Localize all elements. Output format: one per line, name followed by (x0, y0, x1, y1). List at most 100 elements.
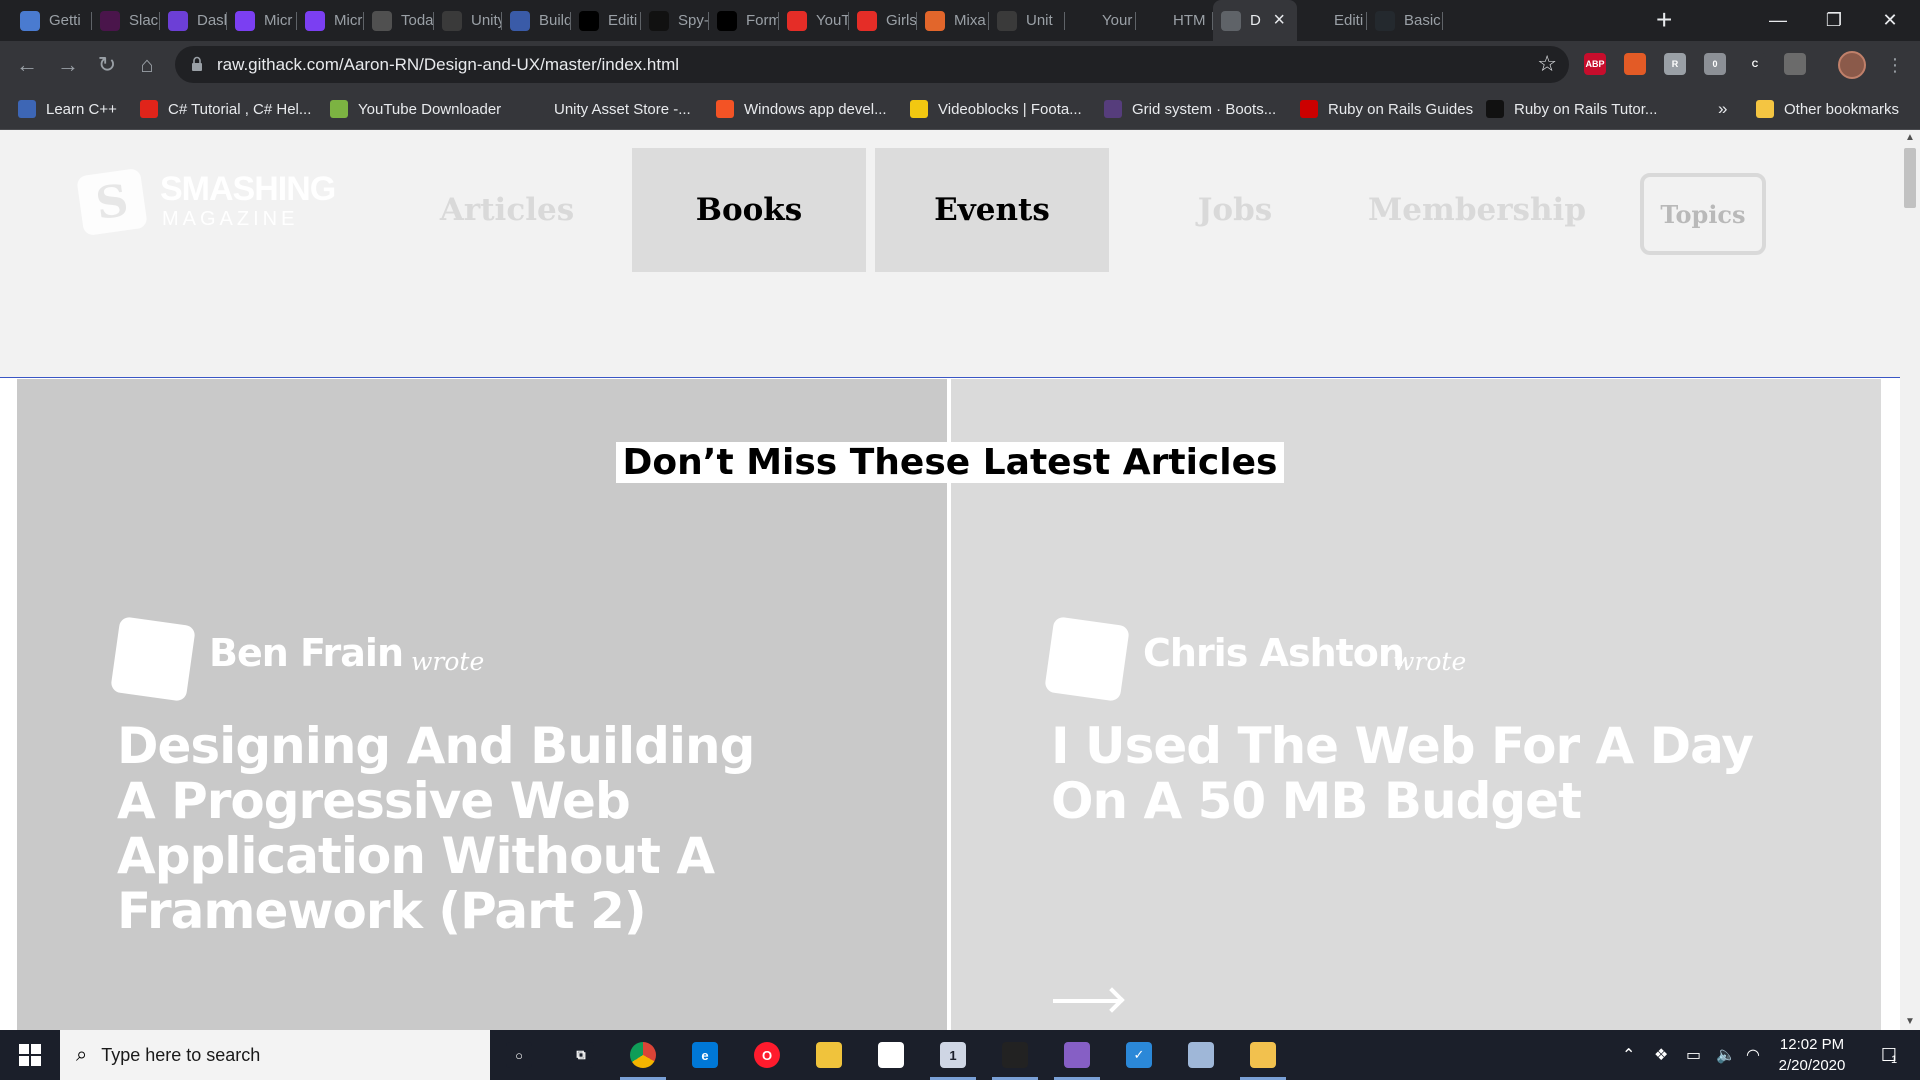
browser-tab[interactable]: Basic (1367, 0, 1443, 41)
browser-tab[interactable]: Editi (571, 0, 641, 41)
article-title[interactable]: I Used The Web For A Day On A 50 MB Budg… (1051, 719, 1771, 829)
nav-item-books[interactable]: Books (632, 148, 866, 272)
chrome-icon[interactable] (614, 1030, 672, 1080)
browser-tab[interactable]: Getti (12, 0, 92, 41)
bookmark-star-icon[interactable]: ☆ (1537, 51, 1557, 77)
tab-title: YouT (816, 12, 849, 29)
minimize-button[interactable]: — (1750, 0, 1806, 41)
article-title[interactable]: Designing And Building A Progressive Web… (117, 719, 807, 939)
scroll-down-icon[interactable]: ▼ (1900, 1014, 1920, 1030)
start-button[interactable] (0, 1030, 60, 1080)
office-icon[interactable] (1624, 53, 1646, 75)
browser-tab[interactable]: Spy- (641, 0, 709, 41)
bookmark-item[interactable]: Ruby on Rails Guides (1300, 98, 1473, 120)
browser-tab[interactable]: Slack (92, 0, 160, 41)
menu-dots-icon[interactable]: ⋮ (1880, 50, 1910, 80)
topics-button[interactable]: Topics (1640, 173, 1766, 255)
browser-tab[interactable]: Dash (160, 0, 227, 41)
opera-icon[interactable]: O (738, 1030, 796, 1080)
bookmark-item[interactable]: Windows app devel... (716, 98, 887, 120)
bookmark-item[interactable]: Learn C++ (18, 98, 117, 120)
browser-tab[interactable]: YouT (779, 0, 849, 41)
task-view-icon[interactable]: ⧉ (552, 1030, 610, 1080)
bookmarks-overflow-button[interactable]: » (1718, 98, 1727, 120)
tab-title: Getti (49, 12, 81, 29)
new-tab-button[interactable]: + (1656, 6, 1672, 34)
tab-title: Basic (1404, 12, 1441, 29)
tab-title: Editi (608, 12, 638, 29)
todo-icon[interactable]: ✓ (1110, 1030, 1168, 1080)
browser-tab[interactable]: D × (1213, 0, 1297, 41)
author-name[interactable]: Chris Ashton (1143, 631, 1405, 675)
browser-tab[interactable]: Micr (297, 0, 364, 41)
browser-tab[interactable]: Micr (227, 0, 297, 41)
bookmark-item[interactable]: Grid system · Boots... (1104, 98, 1276, 120)
browser-tab[interactable]: Your (1065, 0, 1136, 41)
url-text: raw.githack.com/Aaron-RN/Design-and-UX/m… (217, 55, 680, 74)
forward-arrow-icon[interactable]: → (53, 50, 83, 80)
restore-button[interactable]: ❐ (1806, 0, 1862, 41)
page-scrollbar[interactable]: ▲ ▼ (1900, 130, 1920, 1030)
back-arrow-icon[interactable]: ← (12, 50, 42, 80)
bookmark-item[interactable]: C# Tutorial , C# Hel... (140, 98, 311, 120)
adblock-icon[interactable]: ABP (1584, 53, 1606, 75)
nav-item-articles[interactable]: Articles (390, 148, 624, 272)
browser-tab[interactable]: HTM (1136, 0, 1213, 41)
browser-tab[interactable]: Editi (1297, 0, 1367, 41)
home-icon[interactable]: ⌂ (132, 50, 162, 80)
dropbox-icon[interactable]: ❖ (1654, 1030, 1668, 1080)
other-bookmarks-folder[interactable]: Other bookmarks (1756, 98, 1899, 120)
action-center-icon[interactable]: ☐ 1 (1874, 1030, 1904, 1080)
reload-icon[interactable]: ↻ (92, 50, 122, 80)
unity-hub-icon[interactable] (986, 1030, 1044, 1080)
show-hidden-icons-icon[interactable]: ⌃ (1622, 1030, 1635, 1080)
shield-badge-icon[interactable]: 0 (1704, 53, 1726, 75)
browser-tab[interactable]: Form (709, 0, 779, 41)
windows-taskbar: ⌕ Type here to search ○ ⧉ e O 1 ✓ ⌃ ❖ ▭ 🔈 ◠ 1… (0, 1030, 1920, 1080)
close-window-button[interactable]: ✕ (1862, 0, 1918, 41)
mail-icon[interactable]: 1 (924, 1030, 982, 1080)
nav-item-events[interactable]: Events (875, 148, 1109, 272)
address-bar[interactable]: raw.githack.com/Aaron-RN/Design-and-UX/m… (175, 46, 1569, 83)
nav-item-jobs[interactable]: Jobs (1118, 148, 1352, 272)
bookmark-item[interactable]: Videoblocks | Foota... (910, 98, 1082, 120)
browser-tab[interactable]: Toda (364, 0, 434, 41)
battery-icon[interactable]: ▭ (1686, 1030, 1701, 1080)
browser-tab[interactable]: Unity (434, 0, 502, 41)
edge-icon[interactable]: e (676, 1030, 734, 1080)
notes-icon[interactable] (1234, 1030, 1292, 1080)
close-tab-icon[interactable]: × (1273, 10, 1285, 30)
section-title-text: Don’t Miss These Latest Articles (615, 442, 1285, 483)
r-extension-icon[interactable]: R (1664, 53, 1686, 75)
taskbar-search-box[interactable]: ⌕ Type here to search (60, 1030, 490, 1080)
browser-tab[interactable]: Unit (989, 0, 1065, 41)
wifi-icon[interactable]: ◠ (1746, 1030, 1760, 1080)
unity-icon (997, 10, 1017, 31)
tab-title: Build (539, 12, 571, 29)
browser-tab[interactable]: Build (502, 0, 571, 41)
cortana-icon[interactable]: ○ (490, 1030, 548, 1080)
bookmark-item[interactable]: YouTube Downloader (330, 98, 501, 120)
browser-tab[interactable]: Mixa (917, 0, 989, 41)
logo-title[interactable]: SMASHING (160, 170, 336, 209)
profile-avatar[interactable] (1838, 51, 1866, 79)
bookmark-item[interactable]: Ruby on Rails Tutor... (1486, 98, 1657, 120)
volume-icon[interactable]: 🔈 (1716, 1030, 1736, 1080)
visual-studio-icon[interactable] (1048, 1030, 1106, 1080)
box-3d-icon[interactable] (1172, 1030, 1230, 1080)
read-more-arrow-icon[interactable] (1053, 999, 1119, 1003)
browser-tab[interactable]: Girls (849, 0, 917, 41)
author-name[interactable]: Ben Frain (209, 631, 404, 675)
scroll-up-icon[interactable]: ▲ (1900, 130, 1920, 146)
smashing-logo-icon[interactable]: S (76, 167, 148, 237)
scrollbar-thumb[interactable] (1904, 148, 1916, 208)
store-icon[interactable] (862, 1030, 920, 1080)
c-extension-icon[interactable]: C (1744, 53, 1766, 75)
system-clock[interactable]: 12:02 PM 2/20/2020 (1768, 1034, 1856, 1076)
file-explorer-icon[interactable] (800, 1030, 858, 1080)
bookmark-item[interactable]: Unity Asset Store -... (526, 98, 691, 120)
search-icon: ⌕ (76, 1043, 88, 1066)
nav-item-membership[interactable]: Membership (1360, 148, 1594, 272)
tab-strip: Getti Slack Dash Micr Micr Toda Unity Build Edit… (0, 0, 1920, 41)
bottle-icon[interactable] (1784, 53, 1806, 75)
